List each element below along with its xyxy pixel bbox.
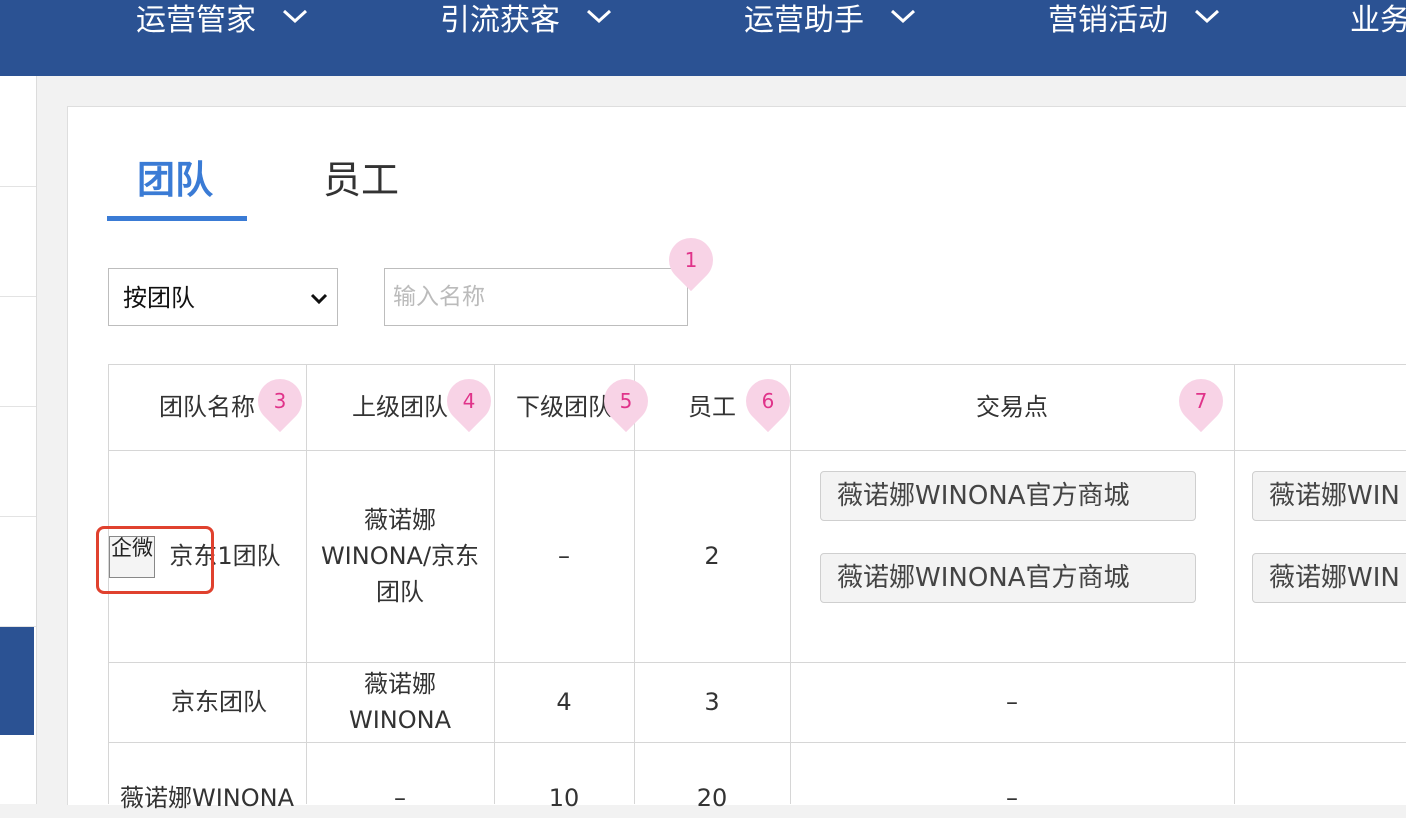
active-tab-indicator <box>107 216 247 221</box>
chevron-down-icon <box>309 291 329 310</box>
tab-staff[interactable]: 员工 <box>323 155 399 205</box>
team-name-cell: 京东团队 <box>171 688 267 716</box>
group-by-select[interactable]: 按团队 <box>108 268 338 326</box>
sidebar-item[interactable] <box>0 76 36 187</box>
chevron-down-icon <box>1194 8 1220 24</box>
top-nav-bar: 运营管家 引流获客 运营助手 营销活动 业务 <box>0 0 1406 76</box>
table-border <box>108 742 1406 743</box>
annotation-marker-number: 3 <box>273 389 287 413</box>
column-header-trade-point: 交易点 <box>976 393 1048 421</box>
search-name-input[interactable] <box>384 268 688 326</box>
staff-count-cell: 3 <box>704 688 720 716</box>
store-tag: 薇诺娜WIN <box>1252 553 1406 603</box>
trade-point-cell: – <box>1006 784 1018 812</box>
table-border <box>1234 364 1235 804</box>
sidebar-item-active[interactable] <box>0 627 34 735</box>
annotation-marker-number: 6 <box>761 389 775 413</box>
store-tag: 薇诺娜WINONA官方商城 <box>820 471 1196 521</box>
annotation-marker: 5 <box>594 369 658 433</box>
staff-count-cell: 2 <box>704 542 720 570</box>
nav-item-traffic-acquisition[interactable]: 引流获客 <box>440 0 612 42</box>
parent-team-cell: 薇诺娜WINONA <box>348 670 452 734</box>
nav-item-marketing-activities[interactable]: 营销活动 <box>1048 0 1220 42</box>
nav-item-label: 运营管家 <box>136 3 256 38</box>
trade-point-cell: – <box>1006 688 1018 716</box>
chevron-down-icon <box>282 8 308 24</box>
nav-item-label: 营销活动 <box>1048 3 1168 38</box>
sub-team-cell: 10 <box>548 784 580 812</box>
group-by-select-value: 按团队 <box>123 284 195 312</box>
store-tag: 薇诺娜WINONA官方商城 <box>820 553 1196 603</box>
annotation-marker: 7 <box>1169 369 1233 433</box>
nav-item-business[interactable]: 业务 <box>1350 0 1406 42</box>
nav-item-operations-manager[interactable]: 运营管家 <box>136 0 308 42</box>
staff-count-cell: 20 <box>696 784 728 812</box>
sidebar-item[interactable] <box>0 516 36 627</box>
sidebar-item[interactable] <box>0 296 36 407</box>
annotation-marker-number: 4 <box>462 389 476 413</box>
sub-team-cell: – <box>558 542 570 570</box>
annotation-marker: 6 <box>736 369 800 433</box>
parent-team-cell: – <box>394 784 406 812</box>
sidebar-item[interactable] <box>0 406 36 517</box>
annotation-marker: 4 <box>437 369 501 433</box>
chevron-down-icon <box>890 8 916 24</box>
tab-team[interactable]: 团队 <box>137 155 213 205</box>
annotation-marker-number: 5 <box>619 389 633 413</box>
team-name-cell: 薇诺娜WINONA <box>119 784 295 812</box>
annotation-marker-number: 7 <box>1194 389 1208 413</box>
highlight-box <box>96 526 214 594</box>
nav-item-label: 引流获客 <box>440 3 560 38</box>
nav-item-label: 运营助手 <box>744 3 864 38</box>
chevron-down-icon <box>586 8 612 24</box>
parent-team-cell: 薇诺娜WINONA/京东团队 <box>320 506 480 606</box>
nav-item-operations-assistant[interactable]: 运营助手 <box>744 0 916 42</box>
annotation-marker: 1 <box>659 228 723 292</box>
store-tag: 薇诺娜WIN <box>1252 471 1406 521</box>
annotation-marker: 3 <box>248 369 312 433</box>
annotation-marker-number: 1 <box>684 248 698 272</box>
nav-item-label: 业务 <box>1350 3 1406 38</box>
sidebar-item[interactable] <box>0 186 36 297</box>
sub-team-cell: 4 <box>556 688 572 716</box>
